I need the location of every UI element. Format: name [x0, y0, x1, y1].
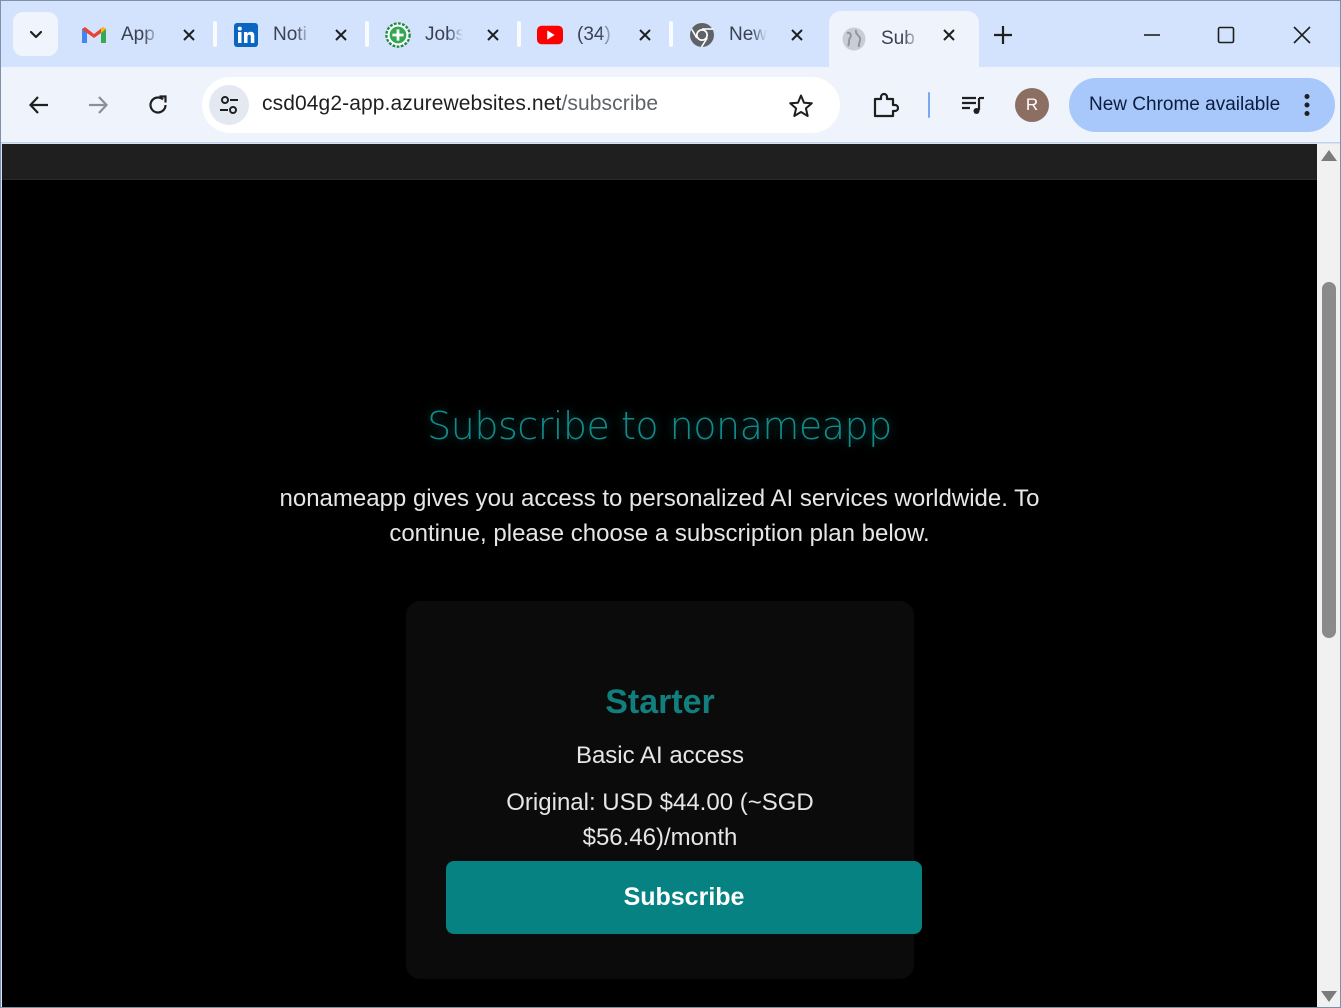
queue-music-icon: [962, 96, 984, 114]
tab-separator: [517, 21, 521, 47]
page-scrollbar[interactable]: [1317, 144, 1340, 1007]
chrome-icon: [689, 22, 715, 48]
browser-window: App Noti Jobs (34) New Sub csd04g2-app.a…: [0, 0, 1341, 1008]
tab-label: New: [729, 24, 767, 45]
forward-button[interactable]: [79, 86, 117, 124]
browser-toolbar: csd04g2-app.azurewebsites.net/subscribe …: [1, 67, 1340, 143]
reload-button[interactable]: [139, 86, 177, 124]
linkedin-icon: [233, 22, 259, 48]
back-button[interactable]: [20, 86, 58, 124]
plan-price: Original: USD $44.00 (~SGD $56.46)/month: [506, 789, 814, 851]
plan-name: Starter: [605, 683, 715, 721]
tab-label: Jobs: [425, 24, 463, 45]
close-window-button[interactable]: [1282, 17, 1322, 53]
puzzle-icon: [873, 92, 899, 118]
globe-icon: [841, 26, 867, 52]
tab-subscribe-active[interactable]: Sub: [829, 11, 979, 67]
site-info-button[interactable]: [209, 85, 249, 125]
jobs-plus-icon: [385, 22, 411, 48]
page-title: Subscribe to nonameapp: [427, 404, 892, 448]
url-host: csd04g2-app.azurewebsites.net: [262, 92, 562, 115]
bookmark-star-button[interactable]: [786, 91, 816, 121]
arrow-left-icon: [28, 96, 48, 114]
tab-gmail[interactable]: App: [69, 11, 219, 59]
subscribe-button[interactable]: Subscribe: [446, 861, 922, 934]
new-tab-button[interactable]: [987, 19, 1019, 51]
media-controls-button[interactable]: [954, 86, 992, 124]
tab-separator: [213, 21, 217, 47]
close-icon[interactable]: [481, 23, 505, 47]
scroll-up-arrow-icon[interactable]: [1321, 150, 1337, 161]
tab-jobs[interactable]: Jobs: [373, 11, 523, 59]
chevron-down-icon: [29, 30, 42, 39]
tab-search-button[interactable]: [13, 12, 58, 56]
toolbar-divider: [928, 92, 930, 118]
reload-icon: [149, 95, 167, 114]
tab-youtube[interactable]: (34): [525, 11, 675, 59]
maximize-button[interactable]: [1206, 17, 1246, 53]
site-header-bar: [2, 144, 1317, 180]
tab-label: App: [121, 24, 155, 45]
close-icon[interactable]: [177, 23, 201, 47]
url-text: csd04g2-app.azurewebsites.net/subscribe: [262, 92, 658, 116]
star-icon: [789, 94, 813, 117]
minimize-icon: [1144, 34, 1160, 36]
tab-separator: [365, 21, 369, 47]
page-description: nonameapp gives you access to personaliz…: [279, 485, 1040, 547]
gmail-icon: [81, 22, 107, 48]
tab-linkedin[interactable]: Noti: [221, 11, 371, 59]
profile-avatar[interactable]: R: [1015, 88, 1049, 122]
close-icon[interactable]: [633, 23, 657, 47]
tab-separator: [669, 21, 673, 47]
tab-label: (34): [577, 24, 611, 45]
scroll-down-arrow-icon[interactable]: [1321, 991, 1337, 1002]
update-label: New Chrome available: [1089, 94, 1281, 115]
close-icon[interactable]: [785, 23, 809, 47]
close-icon: [1293, 26, 1311, 44]
extensions-button[interactable]: [866, 86, 904, 124]
tab-label: Sub: [881, 28, 915, 49]
close-icon[interactable]: [937, 23, 961, 47]
update-chrome-button[interactable]: New Chrome available: [1069, 78, 1335, 132]
address-bar[interactable]: csd04g2-app.azurewebsites.net/subscribe: [202, 77, 840, 133]
arrow-right-icon: [89, 96, 109, 114]
tab-label: Noti: [273, 24, 307, 45]
tune-icon: [220, 96, 238, 114]
more-vert-icon: [1297, 91, 1317, 119]
youtube-icon: [537, 22, 563, 48]
plus-icon: [994, 26, 1012, 44]
plan-card-starter: Starter Basic AI access Original: USD $4…: [406, 601, 922, 979]
url-path: /subscribe: [561, 92, 659, 115]
maximize-icon: [1217, 26, 1235, 44]
tab-strip: App Noti Jobs (34) New Sub: [1, 1, 1340, 67]
page-viewport: Subscribe to nonameapp nonameapp gives y…: [2, 144, 1317, 1007]
scroll-thumb[interactable]: [1322, 282, 1336, 638]
plan-description: Basic AI access: [575, 742, 745, 769]
tab-new-tab[interactable]: New: [677, 11, 827, 59]
close-icon[interactable]: [329, 23, 353, 47]
minimize-button[interactable]: [1132, 17, 1172, 53]
